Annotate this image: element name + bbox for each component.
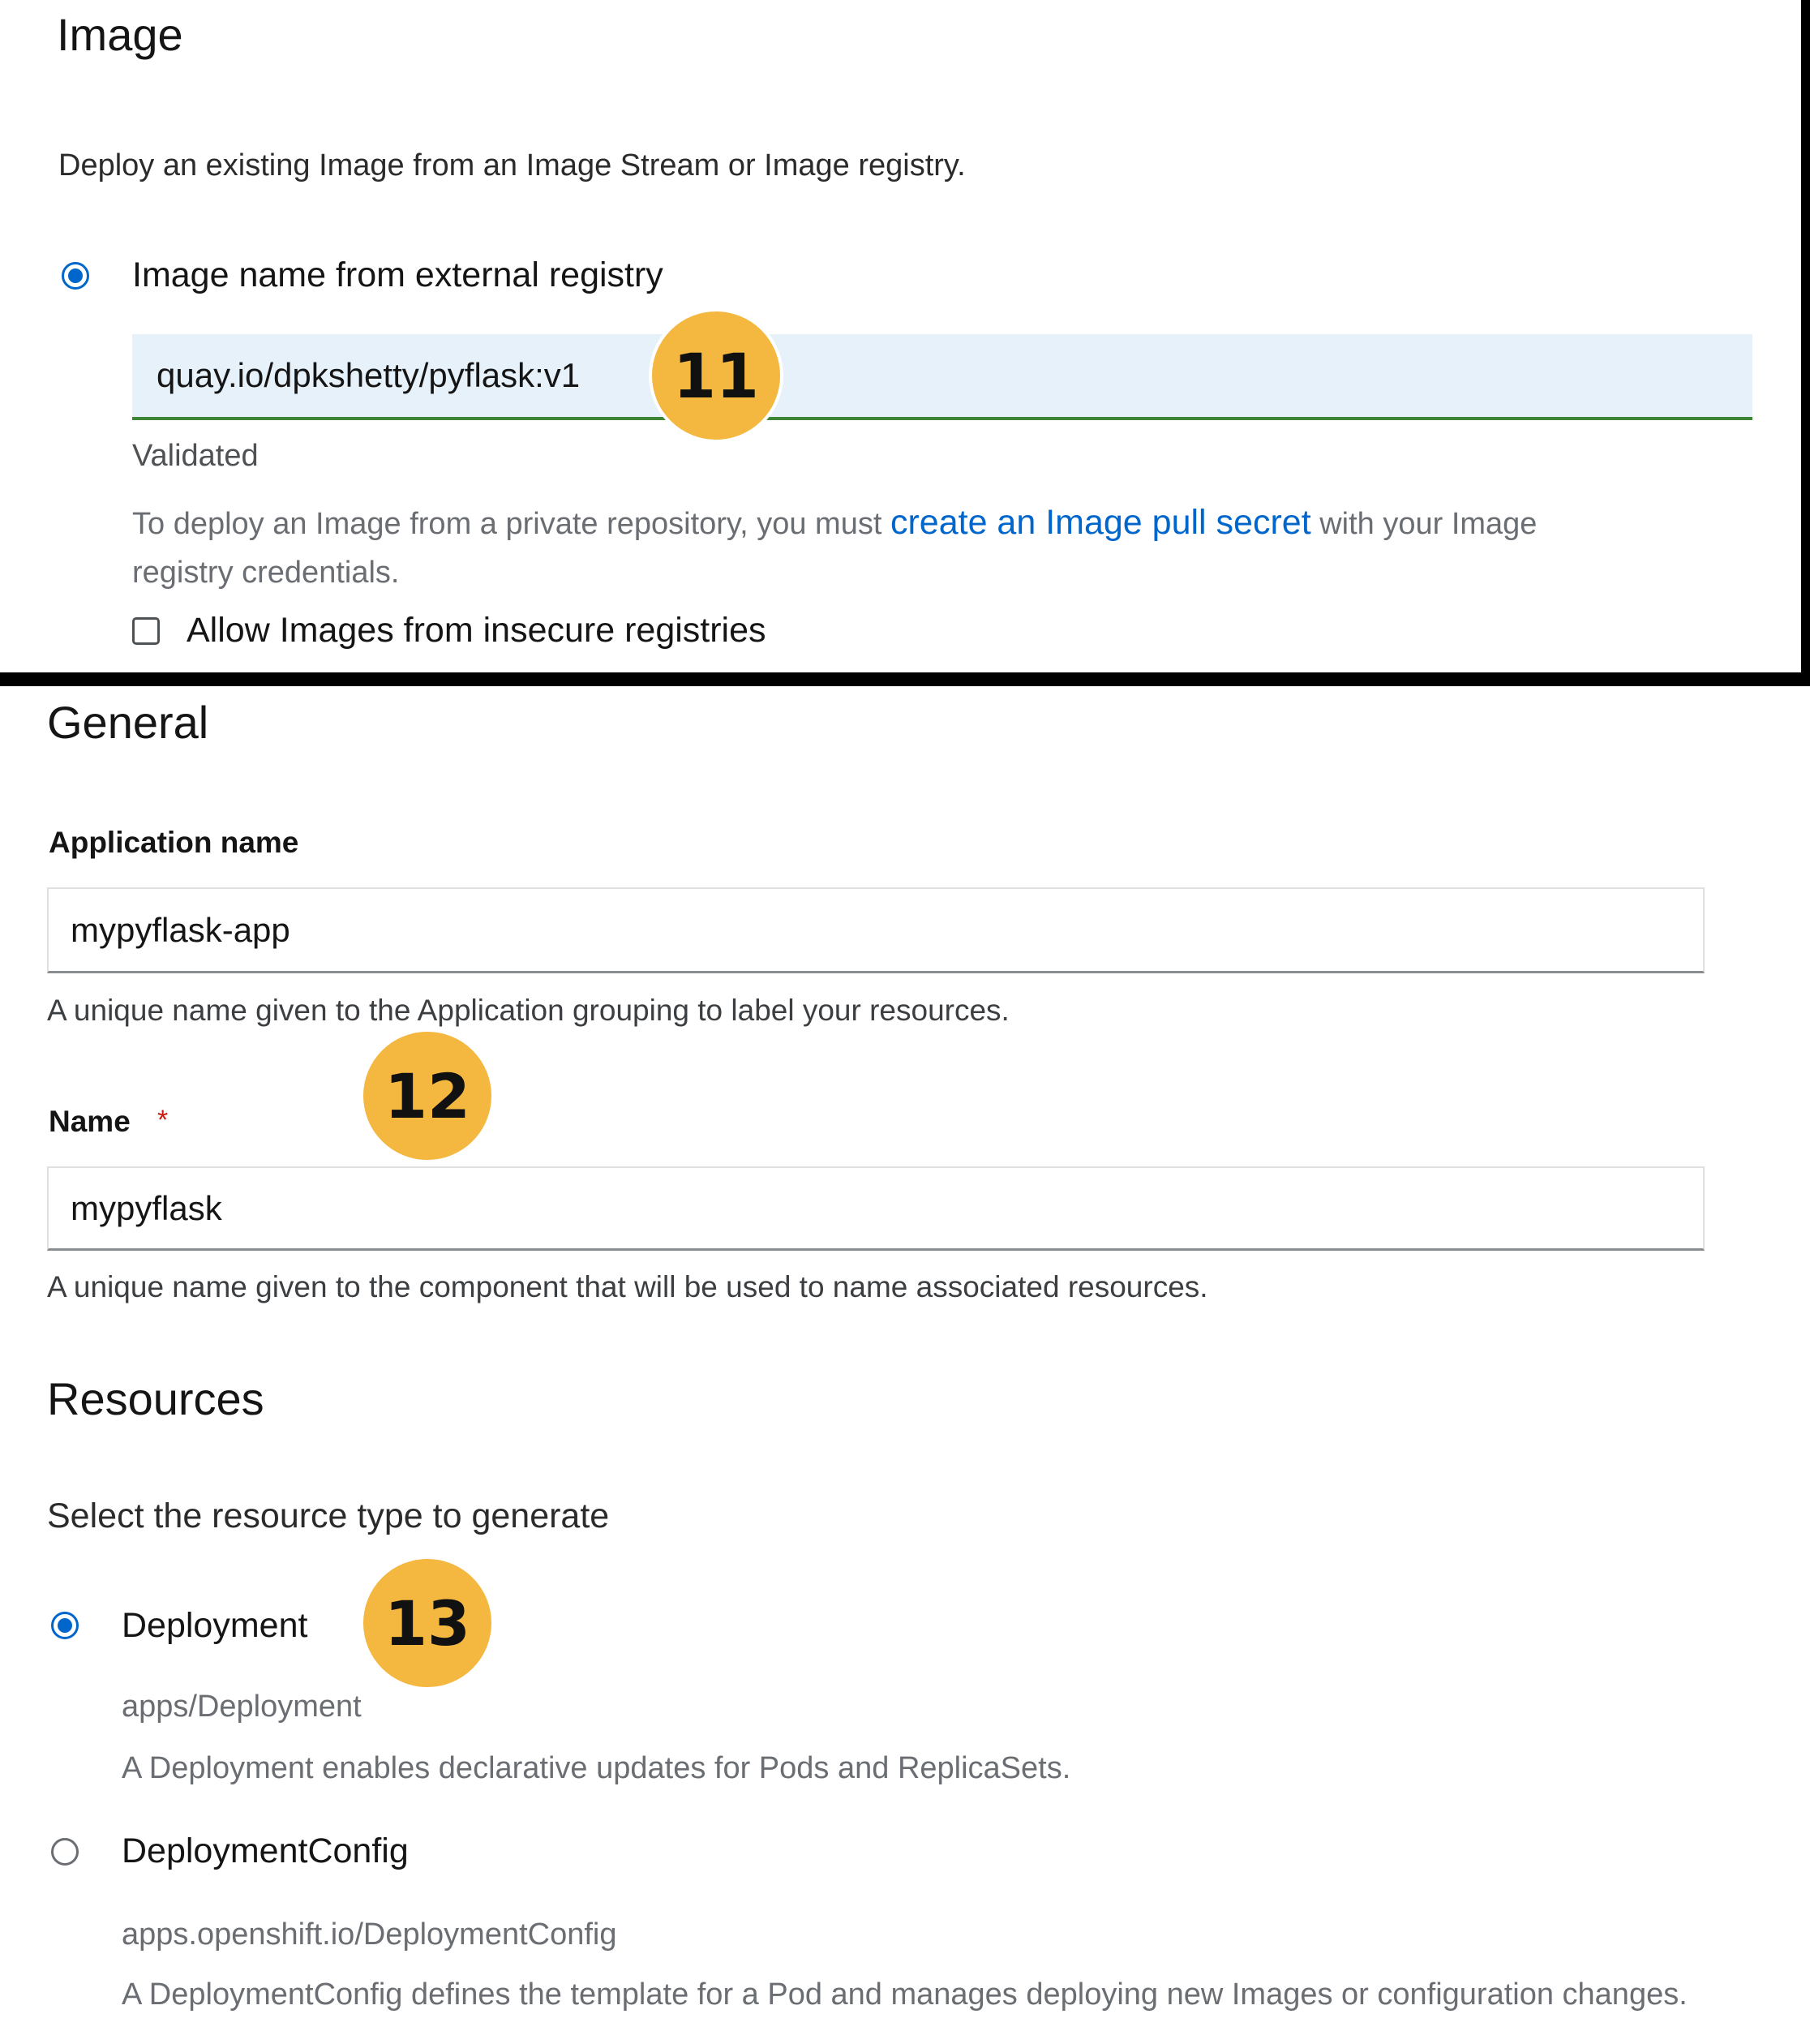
callout-11-badge: 11 [649,308,783,443]
deployment-api-text: apps/Deployment [122,1690,362,1724]
image-name-value: quay.io/dpkshetty/pyflask:v1 [157,356,581,394]
resources-section-title: Resources [47,1373,264,1424]
image-pull-secret-link[interactable]: create an Image pull secret [890,503,1311,542]
external-registry-label[interactable]: Image name from external registry [132,256,663,295]
image-panel-border [1801,0,1810,672]
deploymentconfig-radio[interactable] [51,1838,79,1866]
deployment-radio[interactable] [51,1612,79,1639]
name-input[interactable]: mypyflask [47,1166,1705,1251]
external-registry-radio[interactable] [62,262,89,290]
callout-13-badge: 13 [360,1556,495,1690]
image-section-description: Deploy an existing Image from an Image S… [58,148,966,182]
callout-12-badge: 12 [360,1028,495,1163]
application-name-label: Application name [49,826,299,859]
deployment-description: A Deployment enables declarative updates… [122,1751,1071,1785]
application-name-input[interactable]: mypyflask-app [47,887,1705,973]
insecure-registries-label[interactable]: Allow Images from insecure registries [187,611,766,651]
general-section-title: General [47,697,209,748]
required-marker: * [157,1105,169,1136]
application-name-helper: A unique name given to the Application g… [47,994,1010,1027]
name-helper: A unique name given to the component tha… [47,1270,1208,1303]
name-label: Name [49,1105,131,1138]
name-value: mypyflask [71,1188,222,1227]
image-section-title: Image [57,9,183,60]
validated-helper: Validated [132,439,259,473]
deployment-option-label[interactable]: Deployment [122,1606,307,1646]
resource-type-prompt: Select the resource type to generate [47,1496,610,1535]
private-repo-text-after: with your Image [1319,507,1538,541]
deploymentconfig-option-label[interactable]: DeploymentConfig [122,1831,409,1871]
deploymentconfig-description: A DeploymentConfig defines the template … [122,1977,1688,2012]
application-name-value: mypyflask-app [71,910,290,949]
page: Image Deploy an existing Image from an I… [0,0,1810,2044]
private-repo-helper-line2: registry credentials. [132,556,400,590]
deploymentconfig-api-text: apps.openshift.io/DeploymentConfig [122,1917,617,1952]
private-repo-text-before: To deploy an Image from a private reposi… [132,507,882,541]
image-name-input[interactable]: quay.io/dpkshetty/pyflask:v1 [132,334,1752,420]
screenshot-divider [0,672,1810,686]
insecure-registries-checkbox[interactable] [132,617,160,645]
private-repo-helper: To deploy an Image from a private reposi… [132,503,1537,543]
